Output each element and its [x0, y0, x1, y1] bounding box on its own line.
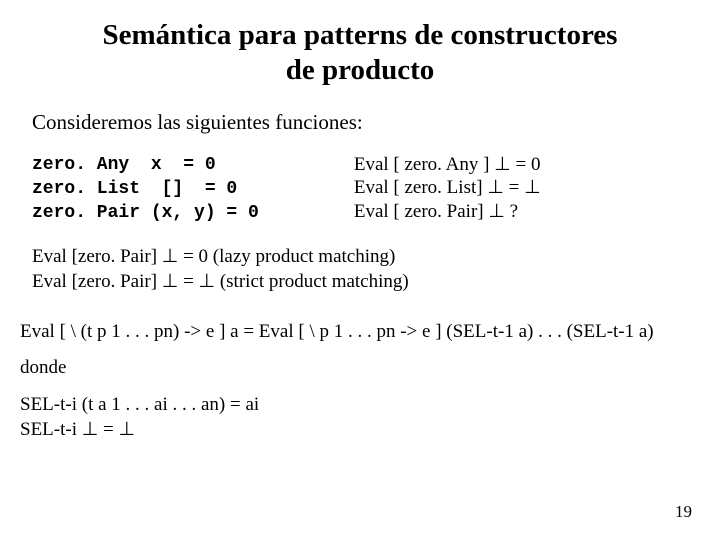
matching-modes: Eval [zero. Pair] ⊥ = 0 (lazy product ma… [32, 245, 700, 294]
intro-text: Consideremos las siguientes funciones: [32, 110, 700, 135]
eval-rule: Eval [ \ (t p 1 . . . pn) -> e ] a = Eva… [20, 321, 700, 343]
sel-definitions: SEL-t-i (t a 1 . . . ai . . . an) = ai S… [20, 393, 700, 442]
sel-line-1: SEL-t-i (t a 1 . . . ai . . . an) = ai [20, 393, 700, 418]
eval-line-2: Eval [ zero. List] ⊥ = ⊥ [354, 176, 541, 200]
code-line-2: zero. List [] = 0 [32, 179, 237, 199]
code-line-1: zero. Any x = 0 [32, 155, 216, 175]
sel-line-2: SEL-t-i ⊥ = ⊥ [20, 418, 700, 443]
definitions-block: zero. Any x = 0 zero. List [] = 0 zero. … [32, 153, 700, 226]
eval-line-3: Eval [ zero. Pair] ⊥ ? [354, 200, 541, 224]
matching-lazy: Eval [zero. Pair] ⊥ = 0 (lazy product ma… [32, 245, 700, 270]
slide-title: Semántica para patterns de constructores… [20, 18, 700, 88]
donde-label: donde [20, 357, 700, 379]
title-line-2: de producto [286, 54, 435, 86]
eval-line-1: Eval [ zero. Any ] ⊥ = 0 [354, 153, 541, 177]
page-number: 19 [675, 502, 692, 522]
matching-strict: Eval [zero. Pair] ⊥ = ⊥ (strict product … [32, 270, 700, 295]
title-line-1: Semántica para patterns de constructores [103, 19, 618, 51]
definitions-code: zero. Any x = 0 zero. List [] = 0 zero. … [32, 153, 279, 226]
code-line-3: zero. Pair (x, y) = 0 [32, 203, 259, 223]
definitions-eval: Eval [ zero. Any ] ⊥ = 0 Eval [ zero. Li… [279, 153, 541, 226]
slide: Semántica para patterns de constructores… [0, 0, 720, 540]
